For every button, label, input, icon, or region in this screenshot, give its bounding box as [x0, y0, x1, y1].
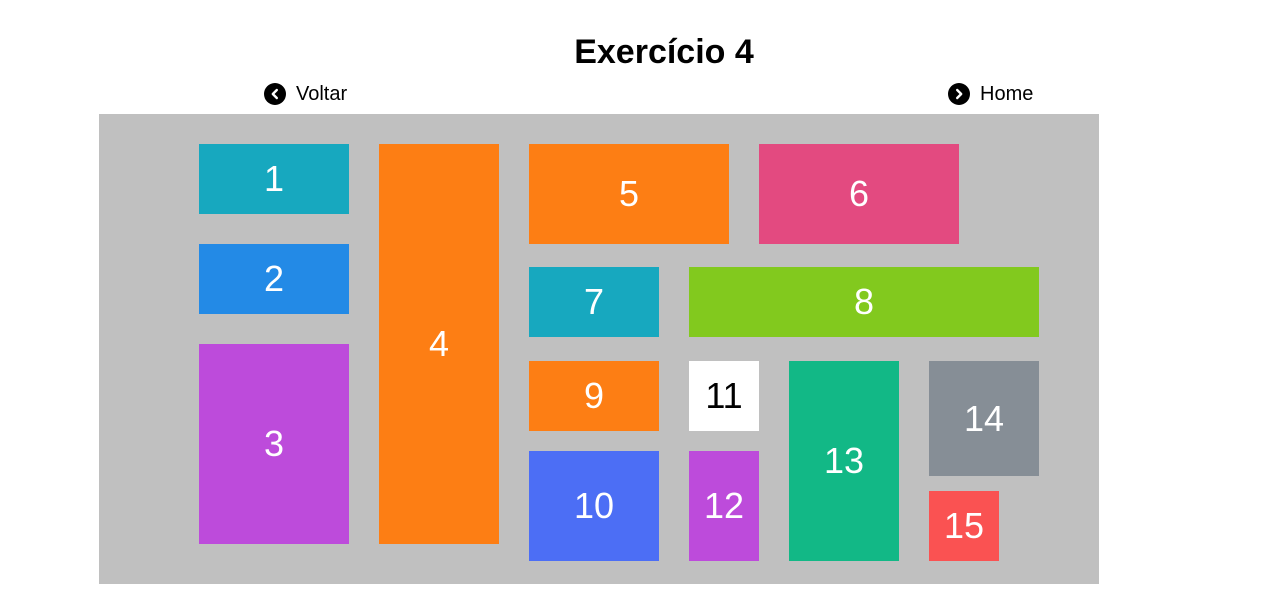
page: Exercício 4 Voltar Home 1 2 3 4 5 6 7 8 … — [0, 0, 1269, 598]
box-11: 11 — [689, 361, 759, 431]
home-link[interactable]: Home — [948, 82, 1033, 106]
back-link-label: Voltar — [296, 82, 348, 105]
box-6: 6 — [759, 144, 959, 244]
flex-board: 1 2 3 4 5 6 7 8 9 10 11 12 13 14 15 — [99, 114, 1099, 584]
box-7: 7 — [529, 267, 659, 337]
box-13: 13 — [789, 361, 899, 561]
box-8: 8 — [689, 267, 1039, 337]
box-15: 15 — [929, 491, 999, 561]
box-1: 1 — [199, 144, 349, 214]
home-link-label: Home — [980, 82, 1034, 105]
box-9: 9 — [529, 361, 659, 431]
box-3: 3 — [199, 344, 349, 544]
chevron-left-circle-icon — [264, 83, 286, 105]
box-14: 14 — [929, 361, 1039, 476]
box-10: 10 — [529, 451, 659, 561]
box-4: 4 — [379, 144, 499, 544]
box-2: 2 — [199, 244, 349, 314]
back-link[interactable]: Voltar — [264, 82, 347, 106]
page-title: Exercício 4 — [574, 33, 754, 71]
chevron-right-circle-icon — [948, 83, 970, 105]
box-12: 12 — [689, 451, 759, 561]
box-5: 5 — [529, 144, 729, 244]
